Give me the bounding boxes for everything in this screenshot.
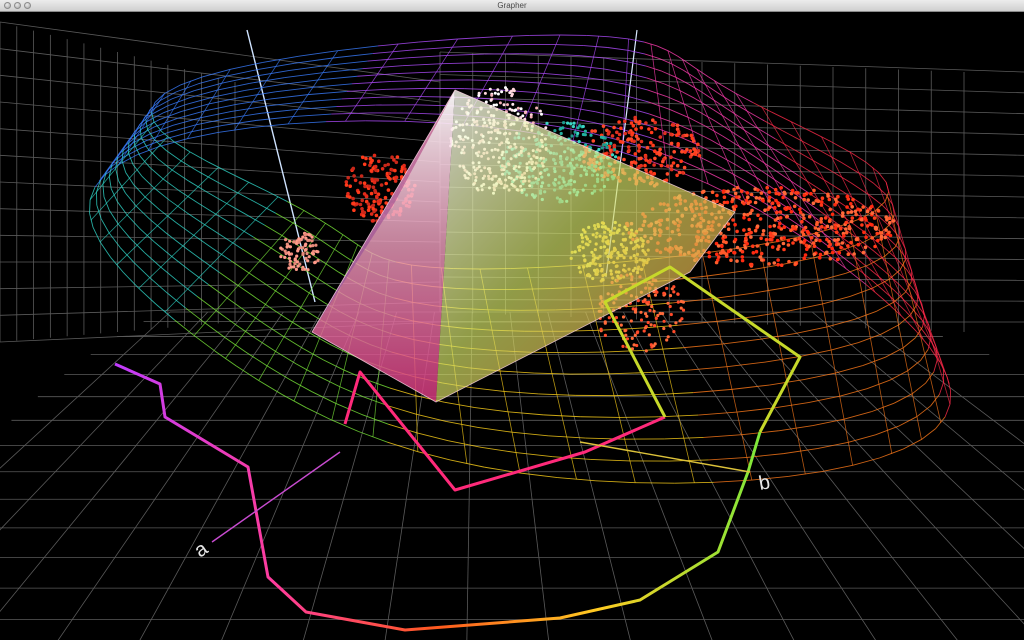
axis-label-b: b [757,471,772,495]
graph-canvas[interactable]: a b [0,12,1024,640]
axis-label-a: a [190,537,212,562]
axis-lines [211,441,751,543]
window-title: Grapher [497,1,527,10]
plot-svg[interactable]: a b [0,12,1024,640]
window-titlebar[interactable]: Grapher [0,0,1024,12]
gamut-pyramid [311,89,736,403]
